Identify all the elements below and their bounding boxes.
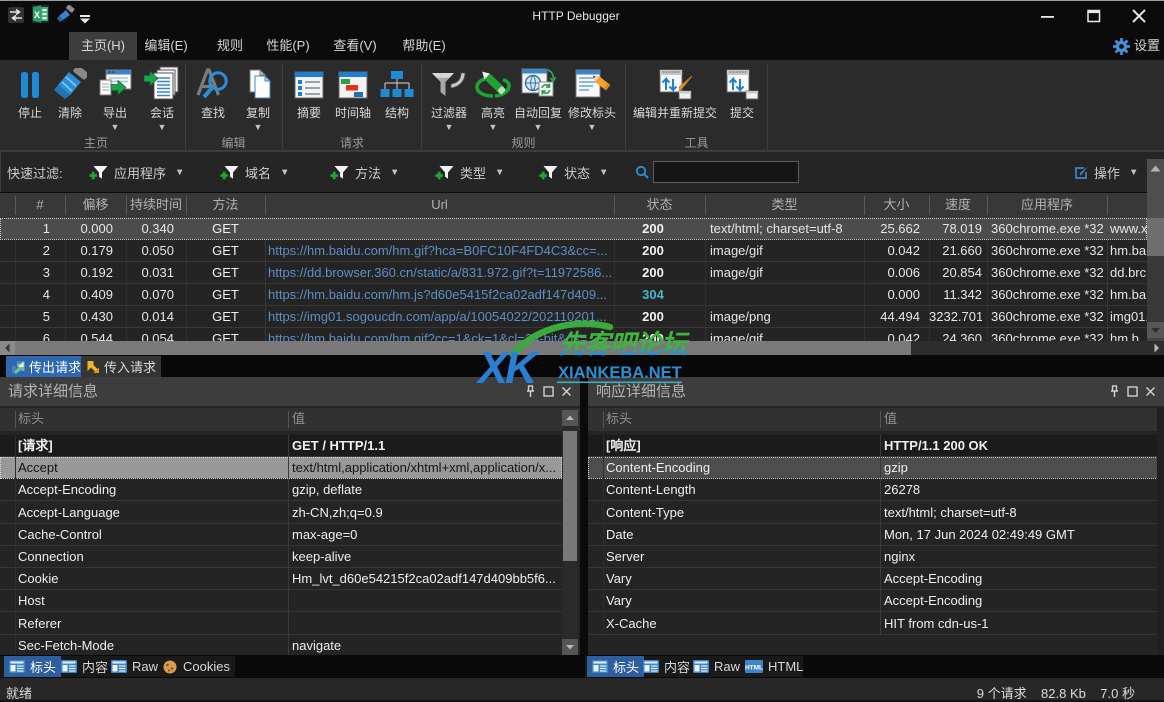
svg-text:HTML: HTML <box>745 665 763 672</box>
